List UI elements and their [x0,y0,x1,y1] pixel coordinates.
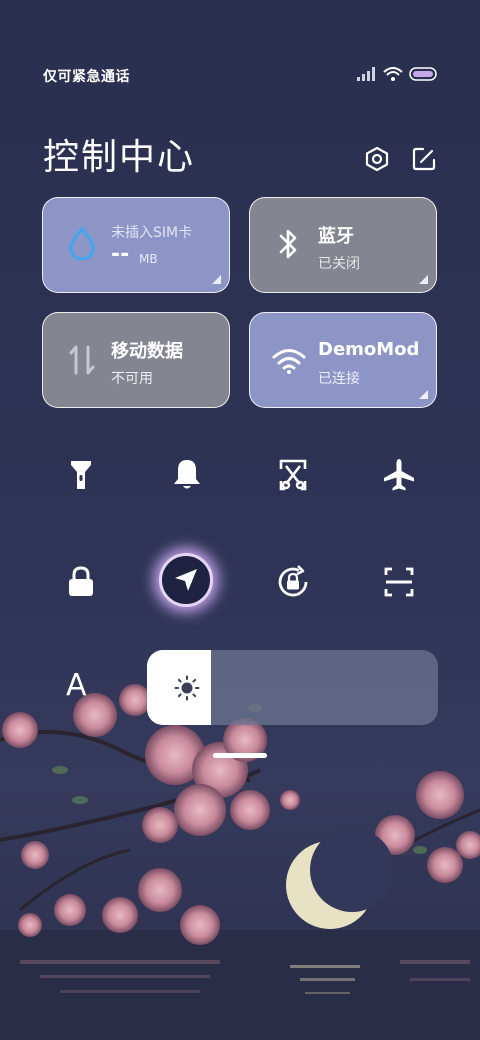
bluetooth-tile[interactable]: 蓝牙 已关闭 [249,197,437,293]
water-drop-icon [69,226,95,260]
edit-icon[interactable] [411,146,437,172]
wifi-status: 已连接 [318,371,360,387]
bluetooth-status: 已关闭 [318,256,360,272]
sim-status-label: 未插入SIM卡 [111,225,193,241]
mobile-data-status: 不可用 [111,371,153,387]
settings-icon[interactable] [364,146,390,172]
signal-icon [357,67,375,81]
expand-corner-icon [212,275,221,284]
auto-brightness-toggle[interactable]: A [66,668,87,703]
page-title: 控制中心 [43,137,196,178]
bluetooth-icon [279,229,297,259]
scan-icon[interactable] [379,562,419,602]
bell-icon[interactable] [167,455,207,495]
data-usage-tile[interactable]: 未插入SIM卡 -- MB [42,197,230,293]
rotation-lock-icon[interactable] [273,562,313,602]
wifi-tile[interactable]: DemoMod 已连接 [249,312,437,408]
expand-corner-icon [419,390,428,399]
wifi-icon [272,349,306,374]
mobile-data-tile[interactable]: 移动数据 不可用 [42,312,230,408]
wifi-icon [383,67,403,81]
sun-icon [174,675,200,701]
data-usage-unit: MB [139,252,158,266]
brightness-slider[interactable] [147,650,438,725]
carrier-text: 仅可紧急通话 [43,69,130,85]
home-indicator[interactable] [213,753,267,758]
data-usage-value: -- [111,242,130,267]
mobile-data-label: 移动数据 [111,341,183,362]
battery-icon [409,67,437,81]
bluetooth-label: 蓝牙 [318,226,354,247]
lock-icon[interactable] [61,562,101,602]
airplane-icon[interactable] [379,455,419,495]
status-bar: 仅可紧急通话 [43,66,437,86]
flashlight-icon[interactable] [61,455,101,495]
expand-corner-icon [419,275,428,284]
wifi-network-name: DemoMod [318,339,420,360]
location-button[interactable] [159,553,213,607]
mobile-data-icon [69,345,95,375]
screenshot-icon[interactable] [273,455,313,495]
location-icon [175,569,197,591]
